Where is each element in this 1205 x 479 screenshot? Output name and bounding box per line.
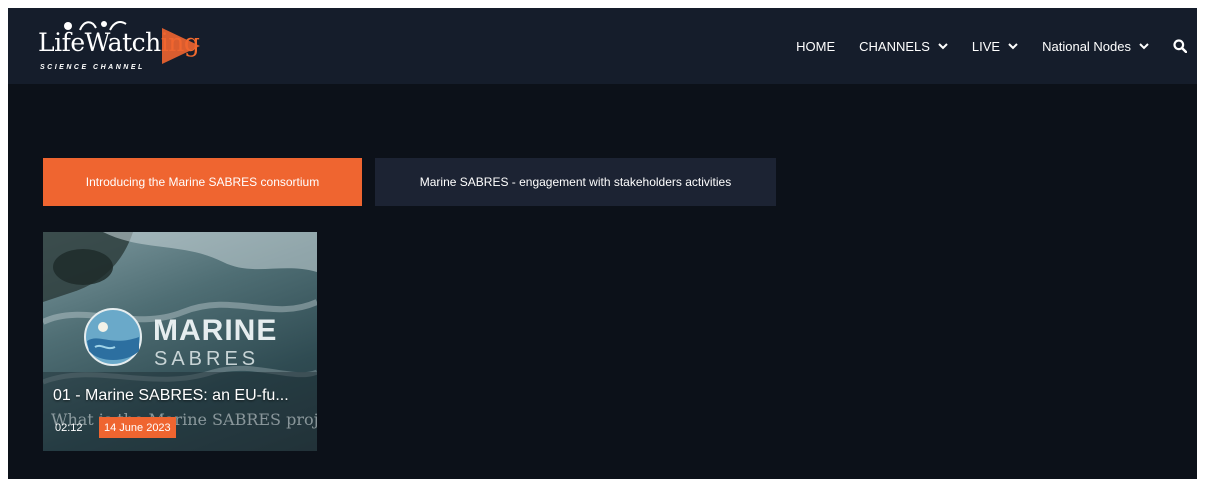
main-nav: HOME CHANNELS LIVE National Nodes — [796, 8, 1197, 84]
logo-subtitle: SCIENCE CHANNEL — [40, 64, 145, 71]
site-logo[interactable]: LifeWatching SCIENCE CHANNEL — [38, 20, 228, 76]
nav-home[interactable]: HOME — [796, 39, 835, 54]
chevron-down-icon — [938, 42, 948, 49]
nav-channels[interactable]: CHANNELS — [859, 39, 948, 54]
thumbnail-title-sabres: SABRES — [154, 348, 260, 370]
tab-stakeholder-engagement[interactable]: Marine SABRES - engagement with stakehol… — [375, 158, 776, 206]
page-frame: LifeWatching SCIENCE CHANNEL HOME CHANNE… — [8, 8, 1197, 479]
thumbnail-title-marine: MARINE — [153, 314, 278, 347]
tab-introducing-consortium[interactable]: Introducing the Marine SABRES consortium — [43, 158, 362, 206]
play-icon — [162, 28, 200, 64]
chevron-down-icon — [1139, 42, 1149, 49]
nav-live[interactable]: LIVE — [972, 39, 1018, 54]
video-duration: 02:12 — [55, 422, 83, 434]
marine-sabres-logo — [84, 308, 142, 366]
video-title[interactable]: 01 - Marine SABRES: an EU-fu... — [53, 387, 289, 405]
video-card[interactable]: MARINE SABRES What is the Marine SABRES … — [43, 232, 317, 451]
nav-national-nodes[interactable]: National Nodes — [1042, 39, 1149, 54]
site-header: LifeWatching SCIENCE CHANNEL HOME CHANNE… — [8, 8, 1197, 84]
video-date-badge: 14 June 2023 — [99, 417, 176, 438]
chevron-down-icon — [1008, 42, 1018, 49]
search-icon — [1173, 39, 1187, 53]
search-button[interactable] — [1173, 39, 1187, 53]
thumbnail-subtitle: What is the Marine SABRES project? — [51, 410, 317, 429]
